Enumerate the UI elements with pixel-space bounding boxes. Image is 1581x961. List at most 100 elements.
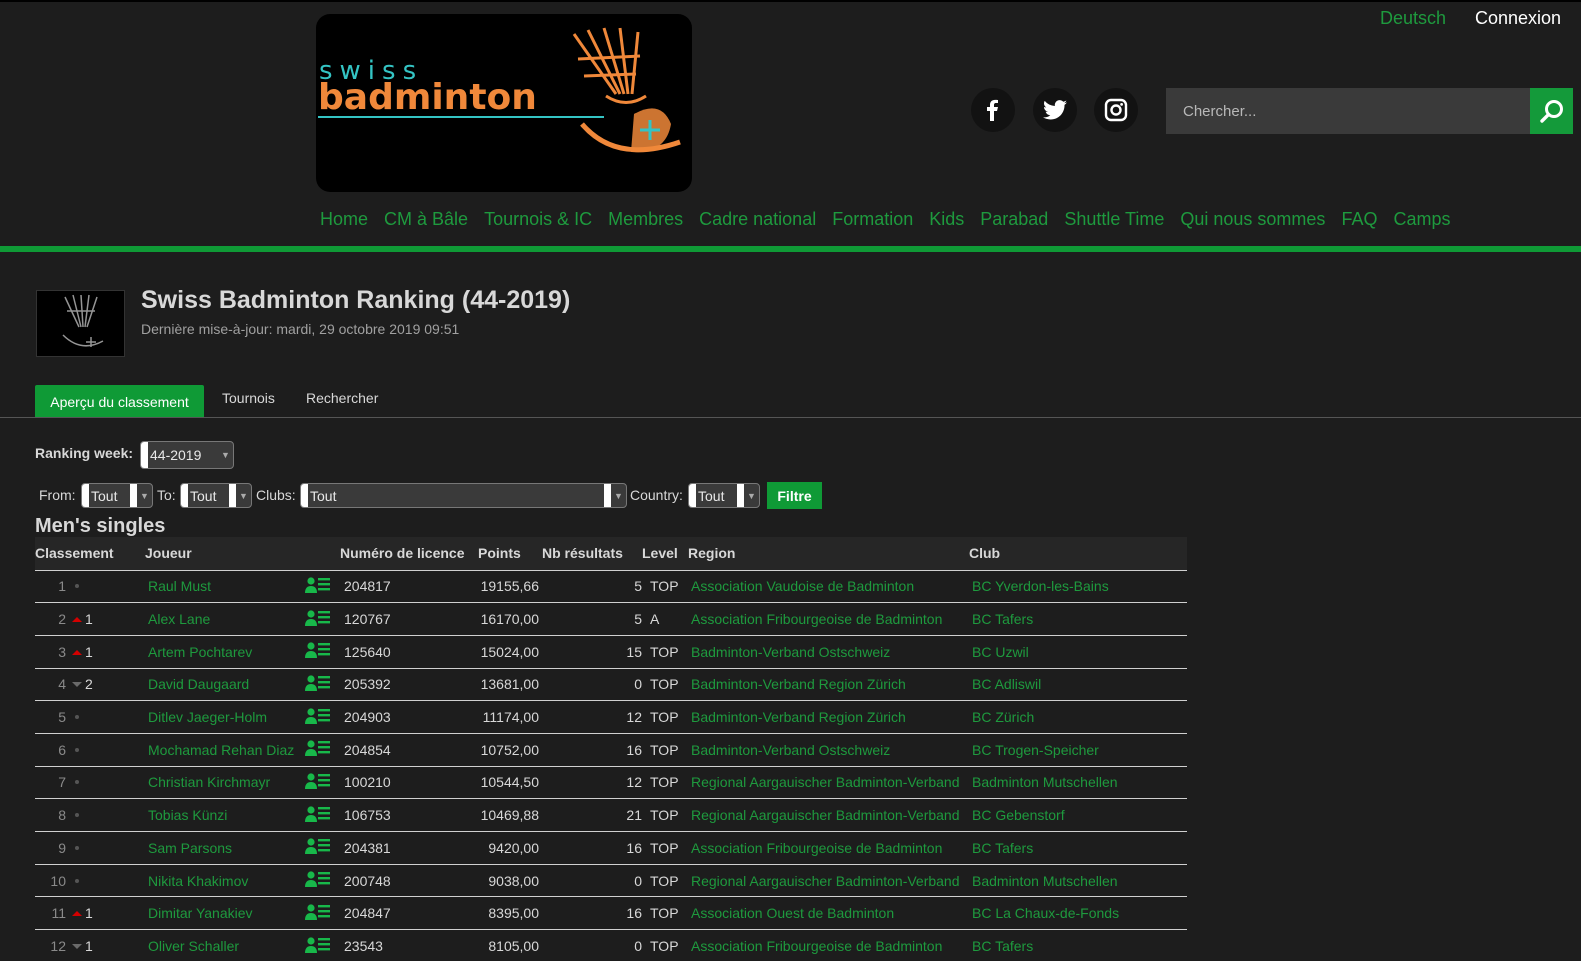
license-cell: 100210 [340, 765, 478, 799]
nav-membres[interactable]: Membres [608, 209, 683, 230]
col-licence[interactable]: Numéro de licence [340, 537, 478, 570]
player-profile-icon[interactable] [305, 929, 340, 961]
facebook-icon[interactable] [971, 88, 1015, 132]
rank-cell: 3 [35, 634, 72, 669]
player-link[interactable]: Mochamad Rehan Diaz [145, 732, 305, 767]
twitter-icon[interactable] [1033, 88, 1077, 132]
club-link[interactable]: BC Trogen-Speicher [969, 732, 1187, 767]
rank-up-icon [72, 649, 82, 655]
rank-change [72, 831, 145, 865]
player-profile-icon[interactable] [305, 863, 340, 897]
nav-faq[interactable]: FAQ [1341, 209, 1377, 230]
nav-qui-nous-sommes[interactable]: Qui nous sommes [1180, 209, 1325, 230]
player-link[interactable]: Sam Parsons [145, 831, 305, 865]
nav-formation[interactable]: Formation [832, 209, 913, 230]
player-profile-icon[interactable] [305, 831, 340, 865]
col-points[interactable]: Points [478, 537, 542, 570]
player-profile-icon[interactable] [305, 798, 340, 832]
region-link[interactable]: Badminton-Verband Region Zürich [688, 700, 969, 734]
club-link[interactable]: BC Uzwil [969, 634, 1187, 669]
results-cell: 5 [542, 569, 642, 603]
nav-cm-bale[interactable]: CM à Bâle [384, 209, 468, 230]
search-input[interactable] [1166, 88, 1530, 134]
player-link[interactable]: Alex Lane [145, 602, 305, 636]
player-link[interactable]: Raul Must [145, 569, 305, 603]
region-link[interactable]: Association Fribourgeoise de Badminton [688, 929, 969, 961]
points-cell: 16170,00 [478, 602, 542, 636]
club-link[interactable]: BC Yverdon-les-Bains [969, 569, 1187, 603]
language-link[interactable]: Deutsch [1380, 8, 1446, 29]
player-profile-icon[interactable] [305, 634, 340, 669]
nav-kids[interactable]: Kids [929, 209, 964, 230]
tab-rechercher[interactable]: Rechercher [306, 390, 378, 406]
player-profile-icon[interactable] [305, 896, 340, 930]
region-link[interactable]: Badminton-Verband Region Zürich [688, 667, 969, 701]
region-link[interactable]: Association Ouest de Badminton [688, 896, 969, 930]
nav-cadre-national[interactable]: Cadre national [699, 209, 816, 230]
club-link[interactable]: Badminton Mutschellen [969, 765, 1187, 799]
search-button[interactable] [1530, 88, 1573, 134]
ranking-week-select[interactable]: 44-2019 ▼ [140, 441, 234, 469]
player-link[interactable]: Artem Pochtarev [145, 634, 305, 669]
region-link[interactable]: Badminton-Verband Ostschweiz [688, 732, 969, 767]
license-cell: 204847 [340, 896, 478, 930]
col-classement[interactable]: Classement [35, 537, 145, 570]
clubs-select[interactable]: Tout ▼ [300, 483, 627, 508]
nav-tournois-ic[interactable]: Tournois & IC [484, 209, 592, 230]
swiss-badminton-logo[interactable]: swiss badminton [316, 14, 692, 192]
player-profile-icon[interactable] [305, 700, 340, 734]
player-link[interactable]: Nikita Khakimov [145, 863, 305, 897]
player-profile-icon[interactable] [305, 602, 340, 636]
nav-shuttle-time[interactable]: Shuttle Time [1064, 209, 1164, 230]
player-link[interactable]: Dimitar Yanakiev [145, 896, 305, 930]
nav-camps[interactable]: Camps [1393, 209, 1450, 230]
club-link[interactable]: BC Zürich [969, 700, 1187, 734]
from-label: From: [39, 487, 76, 503]
player-profile-icon[interactable] [305, 569, 340, 603]
col-region[interactable]: Region [688, 537, 969, 570]
player-profile-icon[interactable] [305, 765, 340, 799]
club-link[interactable]: BC Tafers [969, 831, 1187, 865]
region-link[interactable]: Regional Aargauischer Badminton-Verband [688, 798, 969, 832]
col-joueur[interactable]: Joueur [145, 537, 340, 570]
table-row: 7 Christian Kirchmayr 100210 10544,50 12 TOP R… [35, 765, 1187, 799]
col-level[interactable]: Level [642, 537, 688, 570]
col-nb-resultats[interactable]: Nb résultats [542, 537, 642, 570]
rank-change [72, 569, 145, 603]
region-link[interactable]: Regional Aargauischer Badminton-Verband [688, 765, 969, 799]
login-link[interactable]: Connexion [1475, 8, 1561, 29]
player-link[interactable]: Christian Kirchmayr [145, 765, 305, 799]
club-link[interactable]: Badminton Mutschellen [969, 863, 1187, 897]
tab-apercu[interactable]: Aperçu du classement [35, 385, 204, 418]
filter-button[interactable]: Filtre [767, 482, 822, 509]
club-link[interactable]: BC Tafers [969, 602, 1187, 636]
region-link[interactable]: Association Vaudoise de Badminton [688, 569, 969, 603]
club-link[interactable]: BC Gebenstorf [969, 798, 1187, 832]
club-link[interactable]: BC La Chaux-de-Fonds [969, 896, 1187, 930]
to-select[interactable]: Tout ▼ [180, 483, 252, 508]
club-link[interactable]: BC Tafers [969, 929, 1187, 961]
player-link[interactable]: Ditlev Jaeger-Holm [145, 700, 305, 734]
player-link[interactable]: Oliver Schaller [145, 929, 305, 961]
player-profile-icon[interactable] [305, 667, 340, 701]
col-club[interactable]: Club [969, 537, 1187, 570]
region-link[interactable]: Regional Aargauischer Badminton-Verband [688, 863, 969, 897]
player-profile-icon[interactable] [305, 732, 340, 767]
club-link[interactable]: BC Adliswil [969, 667, 1187, 701]
nav-home[interactable]: Home [320, 209, 368, 230]
results-cell: 15 [542, 634, 642, 669]
country-select[interactable]: Tout ▼ [688, 483, 760, 508]
table-row: 8 Tobias Künzi 106753 10469,88 21 TOP Regional… [35, 798, 1187, 832]
player-link[interactable]: David Daugaard [145, 667, 305, 701]
region-link[interactable]: Association Fribourgeoise de Badminton [688, 602, 969, 636]
player-link[interactable]: Tobias Künzi [145, 798, 305, 832]
rank-down-icon [72, 944, 82, 950]
tab-tournois[interactable]: Tournois [222, 390, 275, 406]
nav-parabad[interactable]: Parabad [980, 209, 1048, 230]
rank-change-value: 1 [85, 905, 93, 922]
instagram-icon[interactable] [1094, 88, 1138, 132]
rank-cell: 12 [35, 929, 72, 961]
region-link[interactable]: Association Fribourgeoise de Badminton [688, 831, 969, 865]
region-link[interactable]: Badminton-Verband Ostschweiz [688, 634, 969, 669]
from-select[interactable]: Tout ▼ [81, 483, 153, 508]
